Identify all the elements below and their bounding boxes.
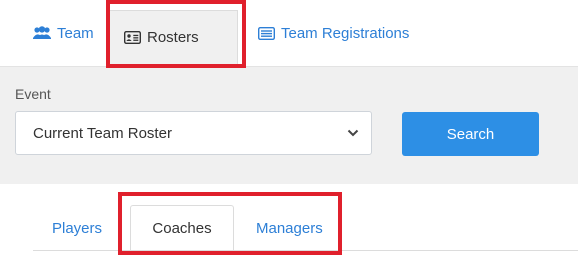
event-select-value: Current Team Roster (33, 124, 172, 142)
subtab-coaches[interactable]: Coaches (130, 205, 234, 251)
tab-rosters-label: Rosters (147, 29, 199, 46)
chevron-down-icon (347, 126, 359, 143)
subtab-divider (33, 250, 578, 251)
tab-team[interactable]: Team (33, 0, 94, 66)
filter-panel: Event Current Team Roster Search (0, 66, 578, 176)
users-icon (33, 26, 51, 40)
panel-gap (0, 176, 578, 184)
tab-team-label: Team (57, 24, 94, 42)
tab-rosters[interactable]: Rosters (106, 10, 238, 64)
subtab-managers[interactable]: Managers (256, 205, 323, 251)
list-card-icon (258, 26, 275, 40)
tab-team-registrations[interactable]: Team Registrations (258, 0, 409, 66)
search-button[interactable]: Search (402, 112, 539, 156)
event-select[interactable]: Current Team Roster (15, 111, 372, 155)
tab-team-registrations-label: Team Registrations (281, 24, 410, 42)
top-tab-bar: Team Rosters Team Registrations (0, 0, 578, 66)
id-card-icon (124, 31, 141, 44)
subtab-players[interactable]: Players (52, 205, 102, 251)
event-label: Event (15, 86, 51, 102)
